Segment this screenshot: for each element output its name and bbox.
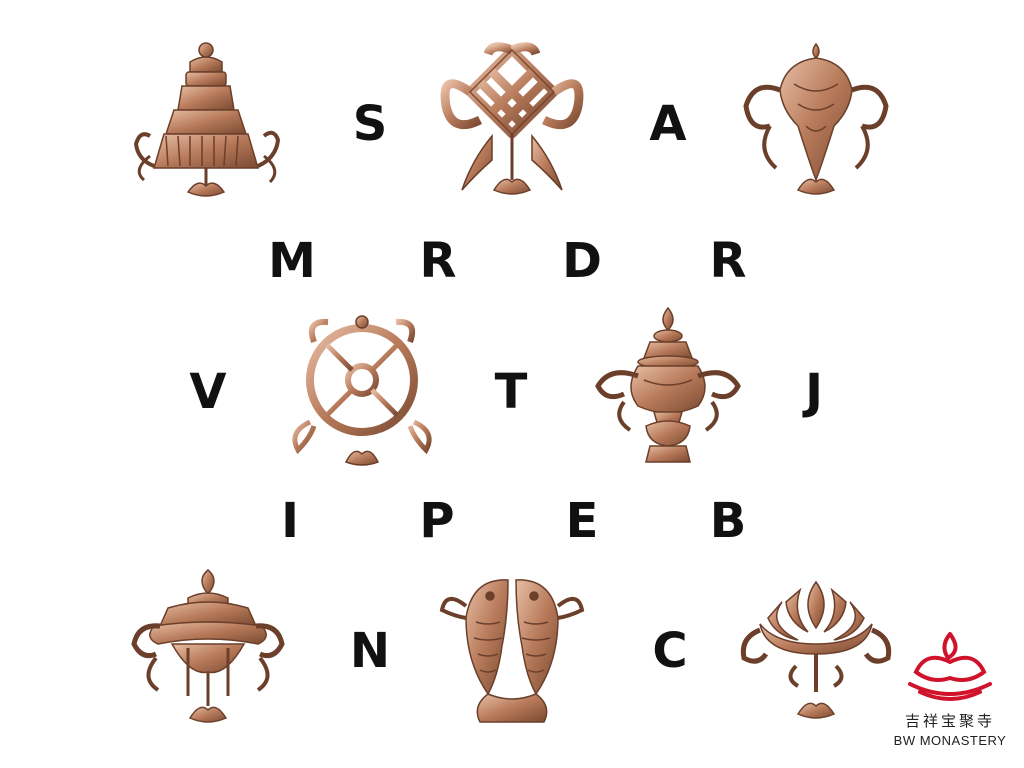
- golden-fish-icon: [432, 566, 592, 730]
- letter-b: B: [709, 493, 747, 549]
- letter-c: C: [652, 623, 688, 679]
- logo-chinese-text: 吉祥宝聚寺: [904, 712, 995, 730]
- letter-m: M: [268, 233, 316, 289]
- lotus-logo-icon: [908, 632, 992, 701]
- victory-banner-icon: [128, 568, 288, 730]
- letter-t: T: [494, 364, 528, 420]
- parasol-icon: [128, 40, 288, 202]
- lotus-icon: [736, 574, 896, 730]
- letter-s: S: [352, 96, 388, 152]
- dharma-wheel-icon: [284, 312, 444, 470]
- monastery-logo: 吉祥宝聚寺 BW MONASTERY: [892, 628, 1008, 752]
- auspicious-symbols-puzzle: S A M R D R V T J I P E B N C 吉祥宝聚寺 BW M…: [0, 0, 1024, 768]
- logo-english-text: BW MONASTERY: [893, 733, 1007, 748]
- treasure-vase-icon: [588, 306, 748, 470]
- letter-r-first: R: [419, 233, 457, 289]
- letter-r-second: R: [709, 233, 747, 289]
- letter-p: P: [419, 493, 455, 549]
- letter-d: D: [562, 233, 602, 289]
- letter-e: E: [565, 493, 599, 549]
- conch-icon: [736, 40, 896, 202]
- letter-i: I: [281, 493, 299, 549]
- letter-j: J: [805, 364, 823, 420]
- letter-n: N: [349, 623, 391, 679]
- endless-knot-icon: [432, 40, 592, 202]
- letter-a: A: [649, 96, 687, 152]
- letter-v: V: [189, 364, 227, 420]
